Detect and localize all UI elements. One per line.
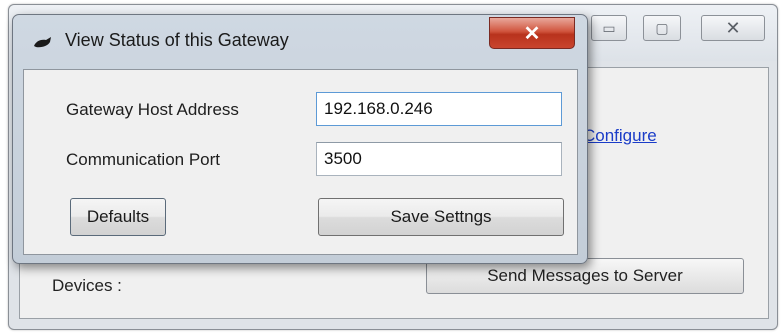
close-icon: ✕: [725, 17, 741, 38]
configure-link[interactable]: Configure: [583, 126, 657, 146]
save-settings-button[interactable]: Save Settngs: [318, 198, 564, 236]
devices-label: Devices :: [52, 276, 122, 295]
defaults-button[interactable]: Defaults: [70, 198, 166, 236]
gateway-status-dialog: View Status of this Gateway ✕ Gateway Ho…: [12, 14, 588, 264]
communication-port-input[interactable]: [316, 142, 562, 176]
parent-maximize-button[interactable]: ▢: [643, 15, 681, 41]
host-address-label: Gateway Host Address: [66, 100, 239, 119]
gateway-icon: [34, 37, 51, 48]
parent-minimize-button[interactable]: ▭: [591, 15, 627, 41]
maximize-icon: ▢: [655, 19, 669, 36]
parent-close-button[interactable]: ✕: [701, 15, 765, 41]
host-address-input[interactable]: [316, 92, 562, 126]
dialog-close-button[interactable]: ✕: [489, 17, 575, 49]
dialog-title: View Status of this Gateway: [65, 30, 289, 50]
communication-port-label: Communication Port: [66, 150, 221, 169]
close-icon: ✕: [523, 22, 541, 45]
minimize-icon: ▭: [602, 19, 616, 36]
dialog-client-area: Gateway Host Address Communication Port …: [23, 69, 578, 255]
